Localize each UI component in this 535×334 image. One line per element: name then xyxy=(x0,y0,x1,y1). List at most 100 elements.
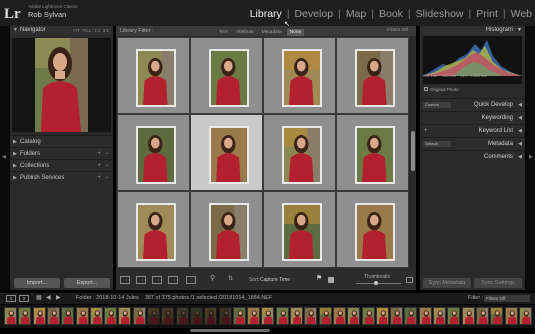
filmstrip-thumbnail[interactable] xyxy=(61,307,75,325)
painter-icon[interactable]: ⚲ xyxy=(210,274,220,282)
filmstrip-thumbnail[interactable] xyxy=(189,307,203,325)
checkbox-icon[interactable] xyxy=(424,87,428,91)
grid-cell[interactable] xyxy=(190,114,263,191)
module-web[interactable]: Web xyxy=(511,8,532,20)
grid-cell[interactable] xyxy=(190,191,263,268)
folders-section[interactable]: ▶ Folders + − xyxy=(10,147,113,159)
filmstrip-thumbnail[interactable] xyxy=(318,307,332,325)
filmstrip-thumbnail[interactable] xyxy=(404,307,418,325)
original-photo-toggle[interactable]: Original Photo xyxy=(424,87,459,92)
grid-cell[interactable] xyxy=(336,37,409,114)
filmstrip-thumbnail[interactable] xyxy=(261,307,275,325)
histogram-header[interactable]: Histogram ▼ xyxy=(420,26,525,35)
grid-cell[interactable] xyxy=(336,114,409,191)
filmstrip-thumbnail[interactable] xyxy=(504,307,518,325)
import-button[interactable]: Import... xyxy=(14,278,60,288)
toolbar-menu-icon[interactable] xyxy=(406,277,413,283)
grid-scrollbar-thumb[interactable] xyxy=(411,131,415,171)
catalog-section[interactable]: ▶ Catalog xyxy=(10,135,113,147)
filmstrip-thumbnail[interactable] xyxy=(218,307,232,325)
keyword-list-section[interactable]: + Keyword List ◀ xyxy=(420,124,525,136)
filmstrip-thumbnail[interactable] xyxy=(32,307,46,325)
sort-dropdown[interactable]: Capture Time xyxy=(260,277,290,283)
filmstrip-thumbnail[interactable] xyxy=(475,307,489,325)
zoom-1-1[interactable]: 1:1 xyxy=(94,28,100,33)
filmstrip-thumbnail[interactable] xyxy=(332,307,346,325)
module-book[interactable]: Book xyxy=(379,8,403,20)
filmstrip-thumbnail[interactable] xyxy=(461,307,475,325)
zoom-fill[interactable]: FILL xyxy=(82,28,91,33)
module-slideshow[interactable]: Slideshow xyxy=(416,8,464,20)
add-keyword-plus-icon[interactable]: + xyxy=(424,125,428,137)
filmstrip-thumbnail[interactable] xyxy=(161,307,175,325)
filmstrip[interactable] xyxy=(0,305,535,328)
metadata-preset-dropdown[interactable]: Default xyxy=(423,141,451,147)
filmstrip-thumbnail[interactable] xyxy=(147,307,160,325)
filmstrip-thumbnail[interactable] xyxy=(104,307,118,325)
grid-view-icon[interactable] xyxy=(120,276,130,284)
compare-view-icon[interactable] xyxy=(152,276,162,284)
filmstrip-thumbnail[interactable] xyxy=(75,307,89,325)
grid-cell[interactable] xyxy=(263,114,336,191)
quick-develop-preset-dropdown[interactable]: Custom xyxy=(423,102,451,108)
module-map[interactable]: Map xyxy=(346,8,366,20)
filter-preset-dropdown[interactable]: Filters Off xyxy=(387,26,408,36)
filmstrip-thumbnail[interactable] xyxy=(304,307,318,325)
survey-view-icon[interactable] xyxy=(168,276,178,284)
photo-grid[interactable] xyxy=(116,36,410,271)
comments-section[interactable]: Comments ◀ xyxy=(420,150,525,162)
filmstrip-thumbnail[interactable] xyxy=(46,307,60,325)
filmstrip-thumbnail[interactable] xyxy=(232,307,246,325)
filmstrip-thumbnail[interactable] xyxy=(390,307,404,325)
filmstrip-thumbnail[interactable] xyxy=(132,307,146,325)
publish-services-section[interactable]: ▶ Publish Services + − xyxy=(10,171,113,183)
export-button[interactable]: Export... xyxy=(64,278,110,288)
identity-plate[interactable]: Rob Sylvan xyxy=(28,10,66,19)
left-panel-toggle[interactable]: ◀ xyxy=(0,26,9,290)
filmstrip-thumbnail[interactable] xyxy=(204,307,218,325)
flag-icon[interactable]: ⚑ xyxy=(316,274,326,282)
add-publish-service-plus-icon[interactable]: + xyxy=(97,172,101,184)
filmstrip-thumbnail[interactable] xyxy=(490,307,504,325)
grid-cell[interactable] xyxy=(117,114,190,191)
filmstrip-thumbnail[interactable] xyxy=(347,307,361,325)
collections-section[interactable]: ▶ Collections + − xyxy=(10,159,113,171)
filmstrip-thumbnail[interactable] xyxy=(290,307,303,325)
filmstrip-thumbnail[interactable] xyxy=(433,307,446,325)
zoom-fit[interactable]: FIT xyxy=(73,28,80,33)
zoom-3-1[interactable]: 3:1 xyxy=(103,28,109,33)
filmstrip-thumbnail[interactable] xyxy=(18,307,32,325)
filmstrip-scrollbar[interactable] xyxy=(190,329,270,332)
filmstrip-thumbnail[interactable] xyxy=(175,307,189,325)
grid-mode-icon[interactable]: ▦ xyxy=(36,293,42,304)
quick-develop-section[interactable]: Custom Quick Develop ◀ xyxy=(420,98,525,110)
module-print[interactable]: Print xyxy=(476,8,498,20)
thumbnail-size-slider[interactable] xyxy=(356,283,401,284)
thumbnail-size-slider-knob[interactable] xyxy=(374,281,378,285)
sort-direction-icon[interactable]: ⇅ xyxy=(228,275,238,283)
filmstrip-thumbnail[interactable] xyxy=(118,307,132,325)
navigator-preview[interactable] xyxy=(12,38,111,132)
grid-cell[interactable] xyxy=(263,191,336,268)
secondary-window-button[interactable]: 2 xyxy=(19,295,29,302)
sync-metadata-button[interactable]: Sync Metadata xyxy=(423,278,471,288)
sync-settings-button[interactable]: Sync Settings xyxy=(474,278,522,288)
module-develop[interactable]: Develop xyxy=(295,8,334,20)
filmstrip-thumbnail[interactable] xyxy=(4,307,17,325)
filmstrip-thumbnail[interactable] xyxy=(361,307,375,325)
filmstrip-filter-dropdown[interactable]: Filters Off xyxy=(484,295,530,302)
filmstrip-thumbnail[interactable] xyxy=(447,307,461,325)
grid-cell[interactable] xyxy=(263,37,336,114)
people-view-icon[interactable] xyxy=(186,276,196,284)
grid-cell[interactable] xyxy=(117,37,190,114)
back-arrow-icon[interactable]: ◀ xyxy=(46,293,51,304)
grid-scrollbar[interactable] xyxy=(410,36,416,271)
right-panel-toggle[interactable]: ▶ xyxy=(526,26,535,290)
grid-cell[interactable] xyxy=(336,191,409,268)
grid-cell[interactable] xyxy=(117,191,190,268)
main-window-button[interactable]: 1 xyxy=(6,295,16,302)
filmstrip-thumbnail[interactable] xyxy=(518,307,532,325)
filmstrip-thumbnail[interactable] xyxy=(247,307,261,325)
filmstrip-source[interactable]: Folder : 2018-10-14 Jules 367 of 375 pho… xyxy=(76,293,272,304)
color-label-icon[interactable] xyxy=(328,277,334,283)
